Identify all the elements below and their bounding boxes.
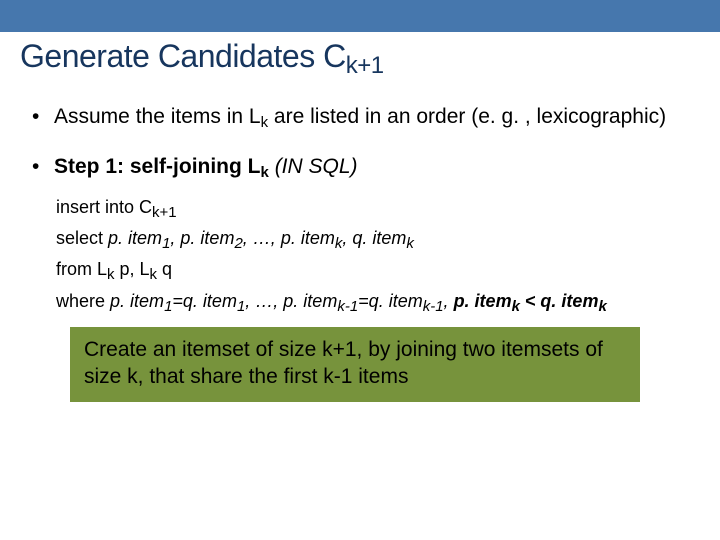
step1-pre: Step 1: self-joining L (54, 155, 261, 178)
sql-insert-pre: insert into C (56, 197, 152, 217)
sql-select-pre: select (56, 228, 108, 248)
sql-from: from Lk p, Lk q (56, 258, 692, 281)
slide-content: Generate Candidates Ck+1 Assume the item… (0, 32, 720, 402)
sql-insert: insert into Ck+1 (56, 196, 692, 219)
sql-insert-sub: k+1 (152, 204, 177, 221)
step1-label: Step 1: self-joining Lk (54, 155, 269, 178)
sql-block: insert into Ck+1 select p. item1, p. ite… (56, 196, 692, 314)
bullet1-pre: Assume the items in L (54, 105, 261, 128)
title-sub: k+1 (346, 52, 384, 79)
bullet1-sub: k (261, 114, 269, 131)
step1-sub: k (261, 164, 269, 181)
title-main: Generate Candidates C (20, 38, 346, 74)
slide-title: Generate Candidates Ck+1 (20, 38, 692, 75)
sql-select: select p. item1, p. item2, …, p. itemk, … (56, 227, 692, 250)
sql-where: where p. item1=q. item1, …, p. itemk-1=q… (56, 290, 692, 313)
bullet-list: Assume the items in Lk are listed in an … (28, 103, 692, 182)
bullet-assume: Assume the items in Lk are listed in an … (28, 103, 692, 131)
callout-box: Create an itemset of size k+1, by joinin… (70, 327, 640, 402)
bullet-step1: Step 1: self-joining Lk (IN SQL) (28, 153, 692, 181)
top-bar (0, 0, 720, 32)
sql-where-bold: p. itemk < q. itemk (454, 291, 607, 311)
callout-text: Create an itemset of size k+1, by joinin… (84, 338, 603, 387)
bullet1-post: are listed in an order (e. g. , lexicogr… (268, 105, 666, 128)
step1-paren: (IN SQL) (269, 155, 358, 178)
